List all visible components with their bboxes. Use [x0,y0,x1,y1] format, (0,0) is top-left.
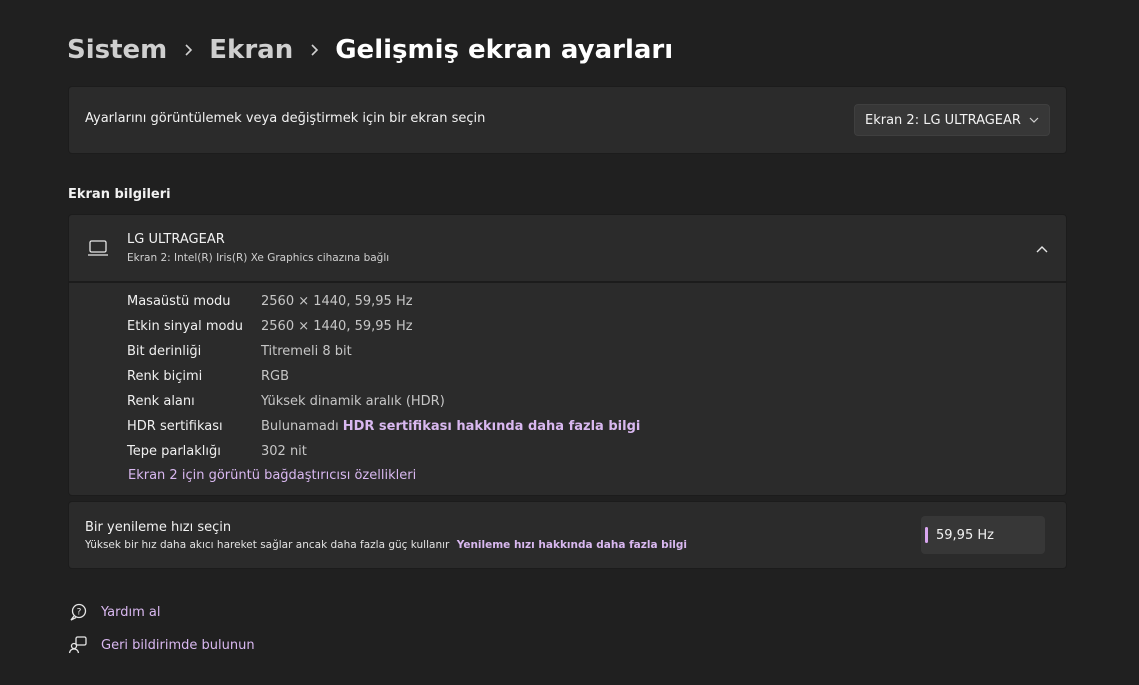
info-row-peak-brightness: Tepe parlaklığı 302 nit [127,441,307,461]
info-value: Yüksek dinamik aralık (HDR) [261,393,445,409]
info-value: Titremeli 8 bit [261,343,352,359]
chevron-down-icon [1029,113,1039,128]
info-value: RGB [261,368,290,384]
chevron-right-icon [293,43,335,57]
laptop-icon [87,239,109,261]
display-select-card: Ayarlarını görüntülemek veya değiştirmek… [68,86,1067,154]
info-key: Masaüstü modu [127,293,231,309]
feedback-icon [67,635,89,655]
section-title-display-info: Ekran bilgileri [68,187,171,202]
refresh-rate-title: Bir yenileme hızı seçin [85,520,232,535]
info-value: 302 nit [261,443,307,459]
page-title: Gelişmiş ekran ayarları [335,35,674,65]
chevron-right-icon [167,43,209,57]
display-name: LG ULTRAGEAR [127,232,225,247]
chevron-up-icon[interactable] [1032,239,1052,259]
info-key: Etkin sinyal modu [127,318,243,334]
info-value: 2560 × 1440, 59,95 Hz [261,293,413,309]
info-key: Renk alanı [127,393,195,409]
info-row-bit-depth: Bit derinliği Titremeli 8 bit [127,341,352,361]
refresh-rate-description-text: Yüksek bir hız daha akıcı hareket sağlar… [85,539,450,551]
info-key: Renk biçimi [127,368,203,384]
info-row-hdr-certification: HDR sertifikası Bulunamadı HDR sertifika… [127,416,640,436]
display-select-value: Ekran 2: LG ULTRAGEAR [865,112,1021,128]
help-link-label: Yardım al [101,604,161,620]
info-row-color-space: Renk alanı Yüksek dinamik aralık (HDR) [127,391,445,411]
info-row-color-format: Renk biçimi RGB [127,366,289,386]
display-select-label: Ayarlarını görüntülemek veya değiştirmek… [85,111,486,126]
info-key: HDR sertifikası [127,418,223,434]
display-info-header[interactable]: LG ULTRAGEAR Ekran 2: Intel(R) Iris(R) X… [68,214,1067,282]
breadcrumb-item-ekran[interactable]: Ekran [209,35,293,65]
selection-indicator [925,527,928,543]
refresh-rate-value: 59,95 Hz [936,527,994,543]
info-value: Bulunamadı [261,418,339,434]
info-row-active-signal-mode: Etkin sinyal modu 2560 × 1440, 59,95 Hz [127,316,413,336]
svg-text:?: ? [77,608,82,618]
refresh-rate-dropdown[interactable]: 59,95 Hz [921,516,1045,554]
info-row-desktop-mode: Masaüstü modu 2560 × 1440, 59,95 Hz [127,291,413,311]
adapter-properties-link[interactable]: Ekran 2 için görüntü bağdaştırıcısı özel… [128,468,416,483]
help-chat-icon: ? [67,602,89,622]
refresh-rate-card: Bir yenileme hızı seçin Yüksek bir hız d… [68,501,1067,569]
info-key: Bit derinliği [127,343,202,359]
info-value: 2560 × 1440, 59,95 Hz [261,318,413,334]
display-subtitle: Ekran 2: Intel(R) Iris(R) Xe Graphics ci… [127,252,390,264]
hdr-info-link[interactable]: HDR sertifikası hakkında daha fazla bilg… [343,419,641,434]
help-link[interactable]: ? Yardım al [67,602,160,622]
feedback-link-label: Geri bildirimde bulunun [101,637,255,653]
breadcrumb-item-sistem[interactable]: Sistem [67,35,167,65]
info-key: Tepe parlaklığı [127,443,221,459]
feedback-link[interactable]: Geri bildirimde bulunun [67,635,255,655]
refresh-rate-description: Yüksek bir hız daha akıcı hareket sağlar… [85,539,687,551]
display-select-dropdown[interactable]: Ekran 2: LG ULTRAGEAR [854,104,1050,136]
refresh-rate-info-link[interactable]: Yenileme hızı hakkında daha fazla bilgi [457,539,687,551]
display-info-details: Masaüstü modu 2560 × 1440, 59,95 Hz Etki… [68,282,1067,496]
breadcrumb: Sistem Ekran Gelişmiş ekran ayarları [67,30,673,70]
